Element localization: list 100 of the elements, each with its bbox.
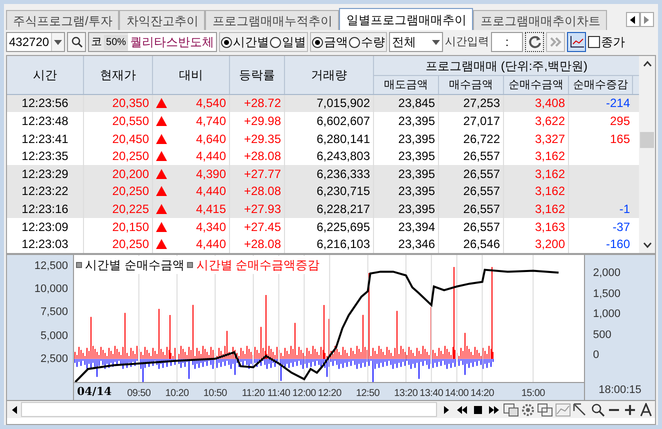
up-triangle-icon bbox=[156, 186, 167, 196]
dropdown-icon[interactable] bbox=[54, 40, 62, 44]
time-input-field[interactable]: : bbox=[491, 32, 524, 52]
axis-tick-label: 12:20 bbox=[316, 387, 342, 401]
column-header: 대비 bbox=[153, 56, 230, 94]
radio-option[interactable]: 금액 bbox=[312, 33, 348, 51]
table-row[interactable]: 12:23:22 20,250 4,440 +28.08 6,230,715 23,395 26,557 3,162 bbox=[7, 182, 639, 200]
axis-tick-label: 1,000 bbox=[593, 308, 621, 320]
radio-option[interactable]: 일별 bbox=[270, 33, 306, 51]
tab[interactable]: 주식프로그램/투자 bbox=[6, 10, 120, 30]
up-triangle-icon bbox=[156, 222, 167, 232]
search-icon bbox=[70, 36, 83, 48]
chart-toggle-button[interactable] bbox=[567, 32, 586, 52]
dropdown-icon bbox=[432, 40, 440, 44]
axis-tick-label: 14:20 bbox=[469, 387, 496, 401]
table-cell-text: -37 bbox=[612, 218, 630, 236]
radio-option[interactable]: 수량 bbox=[349, 33, 386, 51]
line-chart-icon bbox=[570, 36, 584, 48]
table-row[interactable]: 12:23:56 20,350 4,540 +28.72 7,015,902 23,845 27,253 3,408 -214 bbox=[7, 94, 639, 112]
tab[interactable]: 일별프로그램매매추이 bbox=[339, 8, 474, 30]
font-size-icon[interactable] bbox=[639, 402, 653, 416]
axis-tick-label: 13:20 bbox=[393, 387, 419, 401]
table-cell-text: 4,640 bbox=[196, 130, 226, 148]
tab[interactable]: 프로그램매매추이차트 bbox=[473, 10, 608, 30]
horizontal-scrollbar[interactable] bbox=[21, 402, 437, 417]
scrollbar[interactable] bbox=[639, 56, 655, 253]
column-header: 등락률 bbox=[230, 56, 285, 94]
up-triangle-icon bbox=[156, 239, 167, 250]
copy-icon[interactable] bbox=[537, 402, 553, 416]
axis-tick-label: 12:00 bbox=[291, 387, 317, 401]
axis-tick-label: 7,500 bbox=[40, 306, 68, 318]
tab[interactable]: 프로그램매매누적추이 bbox=[205, 10, 340, 30]
column-group-header: 프로그램매매 (단위:주,백만원) bbox=[374, 56, 639, 76]
column-header: 시간 bbox=[7, 56, 84, 94]
stock-name: 퀄리타스반도체 bbox=[128, 33, 216, 51]
legend-marker-icon bbox=[76, 262, 82, 268]
table-cell: 12:23:03 bbox=[7, 235, 84, 253]
table-cell: 26,546 bbox=[439, 235, 504, 253]
up-triangle-icon bbox=[156, 134, 167, 144]
column-header: 매도금액 bbox=[374, 76, 439, 94]
column-header: 매수금액 bbox=[439, 76, 504, 94]
table-cell-text: 4,540 bbox=[196, 95, 226, 112]
refresh-icon bbox=[528, 35, 542, 49]
table-cell-text: 4,440 bbox=[196, 183, 226, 200]
up-triangle-icon bbox=[156, 204, 167, 214]
table-cell-text: -160 bbox=[606, 236, 630, 254]
axis-tick-label: 12:50 bbox=[355, 387, 381, 401]
date-label: 04/14 bbox=[77, 384, 112, 400]
axis-tick-label: 15:00 bbox=[520, 387, 546, 401]
table-cell: +28.08 bbox=[230, 235, 285, 253]
up-triangle-icon bbox=[156, 168, 167, 179]
legend-marker-icon bbox=[187, 262, 194, 268]
axis-tick-label: 10:20 bbox=[164, 387, 190, 401]
axis-tick-label: 5,000 bbox=[40, 330, 68, 342]
gear-icon[interactable] bbox=[521, 402, 535, 416]
table-cell-text: -1 bbox=[619, 201, 630, 218]
zoom-icon[interactable] bbox=[591, 402, 605, 416]
filter-dropdown[interactable]: 전체 bbox=[389, 32, 444, 52]
search-button[interactable] bbox=[67, 32, 86, 52]
axis-tick-label: 09:50 bbox=[126, 387, 152, 401]
close-price-checkbox[interactable]: 종가 bbox=[588, 33, 626, 51]
tab[interactable]: 차익잔고추이 bbox=[119, 10, 206, 30]
table-cell: 23,346 bbox=[374, 235, 439, 253]
time-input-label: 시간입력 bbox=[445, 34, 490, 50]
axis-tick-label: 10:50 bbox=[202, 387, 228, 401]
market-label: 코 bbox=[90, 34, 104, 50]
table-cell-text: 4,440 bbox=[196, 236, 226, 254]
axis-tick-label: 2,000 bbox=[593, 267, 621, 279]
margin-rate: 50% bbox=[104, 34, 128, 50]
column-header: 거래량 bbox=[285, 56, 374, 94]
table-cell: 3,200 bbox=[504, 235, 569, 253]
axis-tick-label: 14:00 bbox=[444, 387, 470, 401]
table-cell: 6,216,103 bbox=[285, 235, 374, 253]
axis-tick-label: 2,500 bbox=[40, 352, 68, 365]
axis-tick-label: 11:40 bbox=[266, 387, 292, 401]
axis-tick-label: 11:20 bbox=[240, 387, 266, 401]
stock-code-field[interactable]: 432720 bbox=[6, 32, 66, 52]
table-cell-text: 165 bbox=[610, 130, 630, 148]
axis-tick-label: 1,500 bbox=[593, 288, 621, 300]
axis-tick-label: 500 bbox=[593, 329, 612, 341]
axis-tick-label: 10,000 bbox=[34, 283, 68, 296]
table-cell-text: 295 bbox=[610, 113, 630, 130]
table-row[interactable]: 12:23:16 20,225 4,415 +27.93 6,228,217 23,395 26,557 3,162 -1 bbox=[7, 200, 639, 218]
table-cell-text: 4,415 bbox=[196, 201, 226, 218]
table-cell-text: 4,390 bbox=[196, 166, 226, 183]
table-row[interactable]: 12:23:29 20,200 4,390 +27.77 6,236,333 23,395 26,557 3,162 bbox=[7, 165, 639, 183]
axis-tick-label: 12,500 bbox=[34, 260, 68, 272]
tab-scroll-left-icon[interactable] bbox=[626, 12, 640, 27]
radio-option[interactable]: 시간별 bbox=[221, 33, 270, 51]
legend-label: 시간별 순매수금액 bbox=[85, 256, 184, 274]
plus-icon[interactable] bbox=[623, 402, 637, 416]
up-triangle-icon bbox=[156, 151, 167, 162]
refresh-button[interactable] bbox=[525, 32, 544, 52]
window-icon[interactable] bbox=[503, 402, 519, 416]
legend-label: 시간별 순매수금액증감 bbox=[196, 256, 320, 274]
column-header: 순매수금액 bbox=[504, 76, 569, 94]
axis-tick-label: 0 bbox=[593, 349, 600, 361]
table-cell-text: 4,340 bbox=[196, 218, 226, 236]
scroll-thumb[interactable] bbox=[640, 132, 654, 148]
table-cell-text: -214 bbox=[606, 95, 630, 112]
